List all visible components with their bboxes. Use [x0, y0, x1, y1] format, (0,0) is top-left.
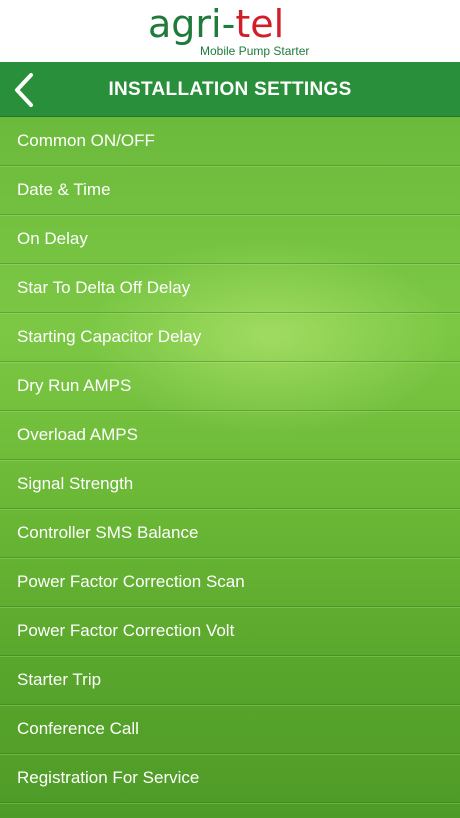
menu-item-label: Conference Call: [17, 719, 139, 738]
menu-item-conference-call[interactable]: Conference Call: [0, 705, 460, 754]
menu-item-label: Starter Trip: [17, 670, 102, 689]
menu-item-power-factor-correction-volt[interactable]: Power Factor Correction Volt: [0, 607, 460, 656]
menu-item-on-delay[interactable]: On Delay: [0, 215, 460, 264]
menu-item-label: Dry Run AMPS: [17, 376, 132, 395]
menu-item-label: Controller SMS Balance: [17, 523, 199, 542]
chevron-left-icon: [15, 72, 33, 107]
menu-item-label: Star To Delta Off Delay: [17, 278, 191, 297]
page-title: INSTALLATION SETTINGS: [108, 79, 352, 100]
menu-item-dry-run-amps[interactable]: Dry Run AMPS: [0, 362, 460, 411]
menu-item-label: Common ON/OFF: [17, 131, 155, 150]
menu-item-label: Overload AMPS: [17, 425, 138, 444]
logo-bar: agri-tel Mobile Pump Starter: [0, 0, 460, 62]
menu-item-label: On Delay: [17, 229, 88, 248]
back-button[interactable]: [0, 62, 48, 117]
logo-agri: agri: [148, 2, 222, 46]
menu-item-overload-amps[interactable]: Overload AMPS: [0, 411, 460, 460]
menu-item-common-on-off[interactable]: Common ON/OFF: [0, 117, 460, 166]
menu-item-label: Power Factor Correction Scan: [17, 572, 245, 591]
menu-item-label: Date & Time: [17, 180, 111, 199]
logo-tagline: Mobile Pump Starter: [200, 44, 310, 58]
settings-menu: Common ON/OFF Date & Time On Delay Star …: [0, 117, 460, 818]
menu-item-label: Power Factor Correction Volt: [17, 621, 235, 640]
app-header: INSTALLATION SETTINGS: [0, 62, 460, 117]
menu-item-registration-for-service[interactable]: Registration For Service: [0, 754, 460, 803]
menu-item-starter-trip[interactable]: Starter Trip: [0, 656, 460, 705]
menu-item-label: Signal Strength: [17, 474, 134, 493]
menu-item-signal-strength[interactable]: Signal Strength: [0, 460, 460, 509]
logo-dash: -: [221, 2, 236, 46]
menu-item-star-to-delta-off-delay[interactable]: Star To Delta Off Delay: [0, 264, 460, 313]
logo-wordmark: agri-tel: [148, 4, 284, 44]
menu-item-starting-capacitor-delay[interactable]: Starting Capacitor Delay: [0, 313, 460, 362]
agri-tel-logo: agri-tel Mobile Pump Starter: [148, 4, 318, 60]
menu-item-controller-sms-balance[interactable]: Controller SMS Balance: [0, 509, 460, 558]
menu-item-label: Starting Capacitor Delay: [17, 327, 202, 346]
menu-item-power-factor-correction-scan[interactable]: Power Factor Correction Scan: [0, 558, 460, 607]
menu-item-date-time[interactable]: Date & Time: [0, 166, 460, 215]
menu-item-label: Registration For Service: [17, 768, 200, 787]
logo-tel: tel: [235, 2, 285, 46]
